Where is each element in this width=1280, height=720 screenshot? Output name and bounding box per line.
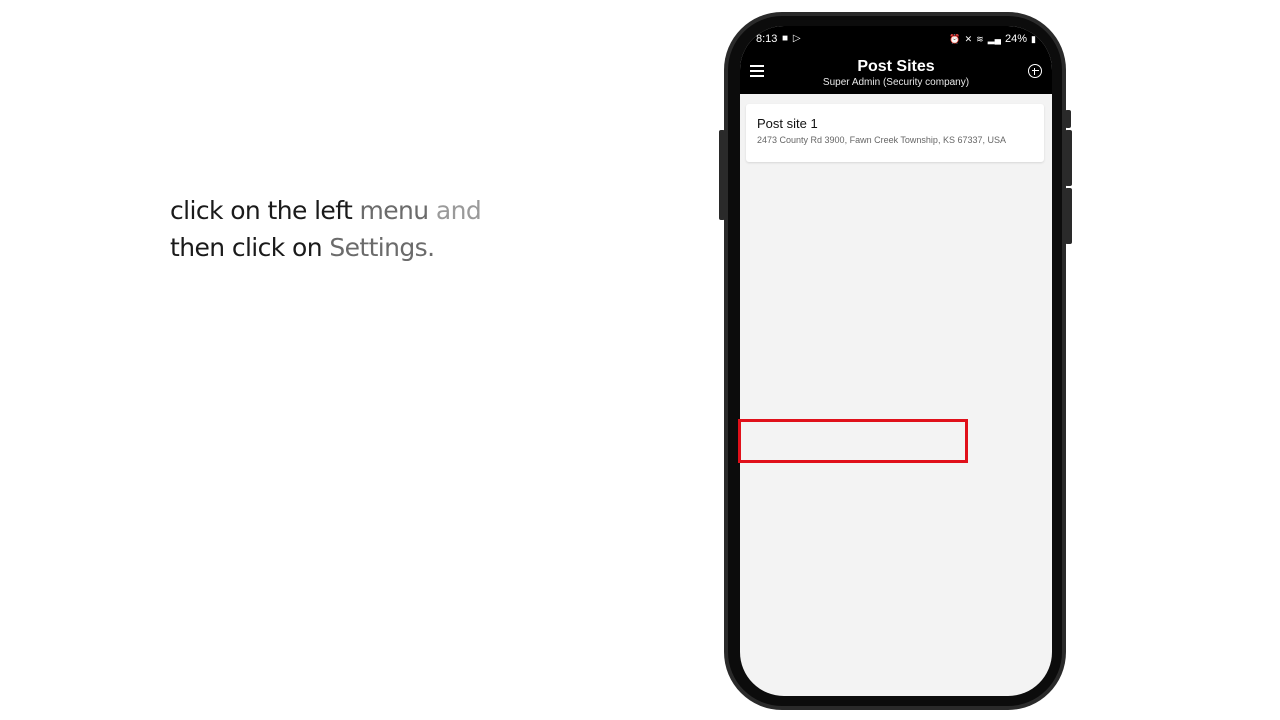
instruction-line-1: click on the left menu and: [170, 196, 482, 225]
battery-level: 24%: [1005, 33, 1028, 45]
status-bar: 8:13 ■ ▷ ⏰ ✕ ≋ ▂▄ 24% ▮: [740, 26, 1052, 52]
add-circle-icon[interactable]: [1028, 64, 1042, 78]
alarm-icon: ⏰: [949, 33, 961, 44]
stage: click on the left menu and then click on…: [0, 0, 1280, 720]
status-right: ⏰ ✕ ≋ ▂▄ 24% ▮: [949, 33, 1036, 45]
post-site-card[interactable]: Post site 1 2473 County Rd 3900, Fawn Cr…: [746, 104, 1044, 162]
highlight-box: [738, 419, 968, 463]
status-left-icons: ■ ▷: [782, 33, 802, 44]
instruction-line-2: then click on Settings.: [170, 233, 435, 262]
phone-screen: 8:13 ■ ▷ ⏰ ✕ ≋ ▂▄ 24% ▮ Post Sites Super…: [740, 26, 1052, 696]
phone-side-button-right-2: [1065, 130, 1072, 186]
play-store-icon: ▷: [792, 33, 802, 44]
camera-icon: ■: [782, 33, 790, 44]
instruction-text: click on the left menu and then click on…: [170, 192, 590, 266]
battery-icon: ▮: [1031, 33, 1036, 44]
status-time: 8:13: [756, 33, 778, 45]
page-title: Post Sites: [857, 58, 935, 75]
wifi-icon: ≋: [976, 33, 984, 44]
page-subtitle: Super Admin (Security company): [822, 77, 970, 88]
post-site-address: 2473 County Rd 3900, Fawn Creek Township…: [757, 135, 1006, 145]
phone-side-button-right-3: [1065, 188, 1072, 244]
mute-icon: ✕: [964, 33, 973, 44]
post-site-list: Post site 1 2473 County Rd 3900, Fawn Cr…: [746, 104, 1044, 162]
signal-icon: ▂▄: [987, 33, 1002, 44]
app-bar: Post Sites Super Admin (Security company…: [740, 52, 1052, 94]
post-site-name: Post site 1: [757, 116, 818, 131]
